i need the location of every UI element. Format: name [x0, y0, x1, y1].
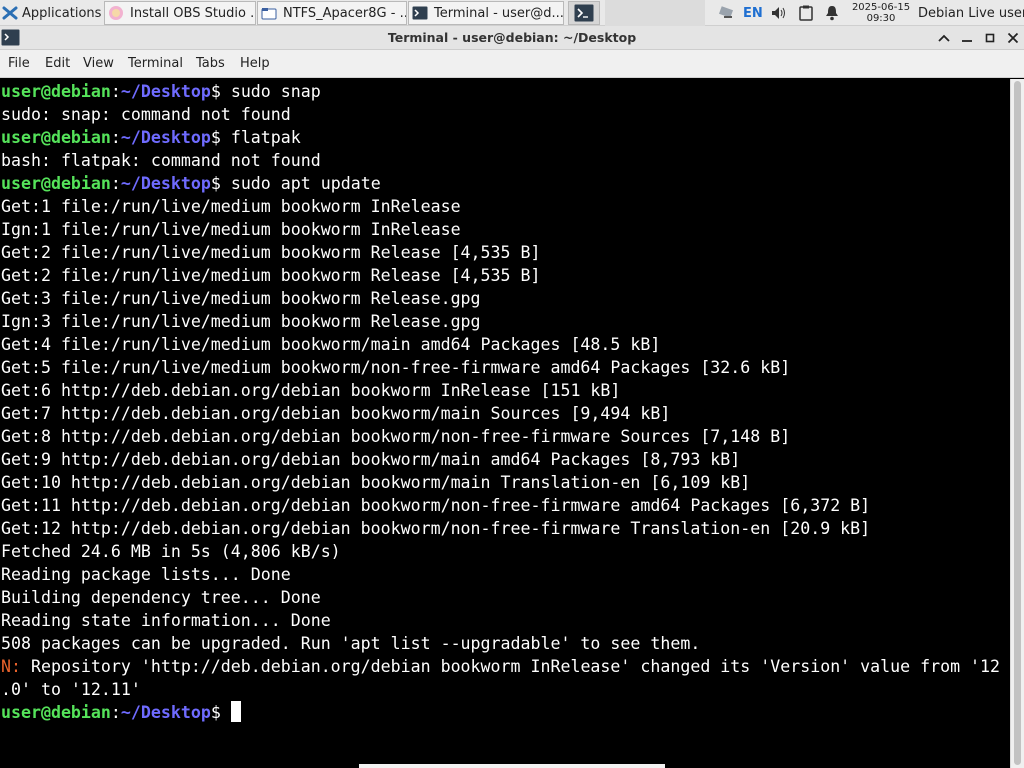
output-line: Ign:3 file:/run/live/medium bookworm Rel…: [1, 312, 481, 331]
output-line: Get:6 http://deb.debian.org/debian bookw…: [1, 381, 621, 400]
prompt-line: user@debian:~/Desktop$: [1, 701, 221, 724]
prompt-line: user@debian:~/Desktop$ sudo snap: [1, 80, 321, 103]
maximize-button[interactable]: [980, 28, 1000, 48]
output-line: Get:2 file:/run/live/medium bookworm Rel…: [1, 266, 541, 285]
menu-help[interactable]: Help: [240, 50, 270, 78]
output-line: Reading package lists... Done: [1, 565, 291, 584]
command-text: flatpak: [230, 128, 301, 147]
window-resize-strip: [359, 764, 665, 768]
vertical-scrollbar[interactable]: [1010, 79, 1024, 768]
taskbar-item-label: NTFS_Apacer8G - ...: [283, 5, 407, 21]
notice-line-continued: .0' to '12.11': [1, 680, 141, 699]
command-text: sudo snap: [230, 82, 321, 101]
prompt-symbol: $: [210, 82, 221, 101]
menu-bar: File Edit View Terminal Tabs Help: [0, 50, 1024, 78]
minimize-button[interactable]: [957, 28, 977, 48]
clock[interactable]: 2025-06-15 09:30: [852, 0, 910, 26]
terminal-output[interactable]: user@debian:~/Desktop$ sudo snap sudo: s…: [0, 79, 1010, 768]
chevron-up-icon: [938, 34, 950, 42]
prompt-user: user@debian: [1, 703, 111, 722]
prompt-separator: :: [110, 703, 121, 722]
prompt-user: user@debian: [1, 82, 111, 101]
volume-icon[interactable]: [770, 0, 788, 26]
notification-bell-icon[interactable]: [823, 0, 841, 26]
keyboard-layout-indicator[interactable]: EN: [743, 0, 765, 26]
output-line: sudo: snap: command not found: [1, 105, 291, 124]
prompt-path: ~/Desktop: [120, 128, 211, 147]
terminal-icon: [574, 4, 594, 22]
prompt-line: user@debian:~/Desktop$ sudo apt update: [1, 172, 381, 195]
terminal-icon: [412, 5, 428, 21]
menu-view[interactable]: View: [83, 50, 114, 78]
prompt-user: user@debian: [1, 174, 111, 193]
applications-menu-button[interactable]: Applications ⁝: [0, 0, 103, 26]
output-line: Get:1 file:/run/live/medium bookworm InR…: [1, 197, 461, 216]
output-line: Get:5 file:/run/live/medium bookworm/non…: [1, 358, 791, 377]
prompt-symbol: $: [210, 128, 221, 147]
output-line: Get:8 http://deb.debian.org/debian bookw…: [1, 427, 791, 446]
output-line: Building dependency tree... Done: [1, 588, 321, 607]
output-line: Ign:1 file:/run/live/medium bookworm InR…: [1, 220, 461, 239]
clock-date: 2025-06-15: [852, 2, 910, 13]
browser-icon: [108, 5, 124, 21]
output-line: Reading state information... Done: [1, 611, 331, 630]
close-icon: [1007, 32, 1019, 44]
menu-edit[interactable]: Edit: [45, 50, 70, 78]
prompt-separator: :: [110, 82, 121, 101]
output-line: Get:4 file:/run/live/medium bookworm/mai…: [1, 335, 661, 354]
menu-file[interactable]: File: [8, 50, 30, 78]
output-line: Get:11 http://deb.debian.org/debian book…: [1, 496, 871, 515]
prompt-path: ~/Desktop: [120, 82, 211, 101]
applications-label: Applications: [22, 5, 102, 21]
xfce-logo-icon: [2, 5, 18, 21]
top-panel: Applications ⁝ Install OBS Studio ... NT…: [0, 0, 1024, 26]
taskbar-item-file-manager[interactable]: NTFS_Apacer8G - ...: [257, 1, 407, 25]
prompt-symbol: $: [210, 174, 221, 193]
scrollbar-thumb[interactable]: [1014, 81, 1021, 765]
window-title: Terminal - user@debian: ~/Desktop: [387, 30, 637, 45]
output-line: Get:9 http://deb.debian.org/debian bookw…: [1, 450, 741, 469]
user-menu[interactable]: Debian Live user: [918, 0, 1024, 26]
prompt-user: user@debian: [1, 128, 111, 147]
taskbar-item-browser[interactable]: Install OBS Studio ...: [104, 1, 256, 25]
prompt-path: ~/Desktop: [120, 703, 211, 722]
text-cursor: [231, 701, 241, 722]
prompt-symbol: $: [210, 703, 221, 722]
panel-empty-space: [605, 0, 705, 26]
output-line: Get:3 file:/run/live/medium bookworm Rel…: [1, 289, 481, 308]
clock-time: 09:30: [866, 13, 896, 24]
output-line: 508 packages can be upgraded. Run 'apt l…: [1, 634, 701, 653]
taskbar-item-terminal[interactable]: Terminal - user@d...: [408, 1, 564, 25]
notice-text: Repository 'http://deb.debian.org/debian…: [20, 657, 1001, 676]
folder-icon: [261, 5, 277, 21]
output-line: Get:7 http://deb.debian.org/debian bookw…: [1, 404, 671, 423]
prompt-path: ~/Desktop: [120, 174, 211, 193]
window-titlebar[interactable]: Terminal - user@debian: ~/Desktop: [0, 26, 1024, 50]
notice-prefix: N:: [1, 657, 21, 676]
output-line: Get:10 http://deb.debian.org/debian book…: [1, 473, 751, 492]
minimize-icon: [962, 40, 972, 42]
prompt-line: user@debian:~/Desktop$ flatpak: [1, 126, 301, 149]
output-line: Get:2 file:/run/live/medium bookworm Rel…: [1, 243, 541, 262]
taskbar-item-label: Install OBS Studio ...: [130, 5, 256, 21]
output-line: Get:12 http://deb.debian.org/debian book…: [1, 519, 871, 538]
output-line: Fetched 24.6 MB in 5s (4,806 kB/s): [1, 542, 341, 561]
notice-line: N: Repository 'http://deb.debian.org/deb…: [1, 655, 1000, 678]
prompt-separator: :: [110, 174, 121, 193]
shade-button[interactable]: [934, 28, 954, 48]
taskbar-item-label: Terminal - user@d...: [434, 5, 564, 21]
output-line: bash: flatpak: command not found: [1, 151, 321, 170]
menu-tabs[interactable]: Tabs: [196, 50, 225, 78]
network-icon[interactable]: [716, 0, 738, 26]
command-text: sudo apt update: [230, 174, 381, 193]
close-button[interactable]: [1003, 28, 1023, 48]
maximize-icon: [985, 33, 995, 43]
menu-terminal[interactable]: Terminal: [128, 50, 183, 78]
launcher-terminal-button[interactable]: [568, 1, 600, 25]
prompt-separator: :: [110, 128, 121, 147]
clipboard-icon[interactable]: [797, 0, 815, 26]
